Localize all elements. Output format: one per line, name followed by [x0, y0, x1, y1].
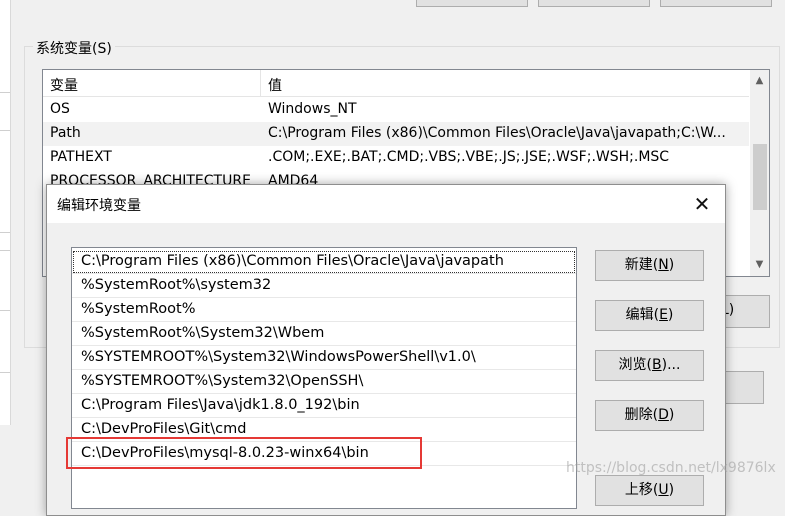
list-item[interactable]: %SystemRoot%\System32\Wbem [72, 322, 576, 346]
browse-button[interactable]: 浏览(B)... [595, 350, 704, 381]
left-panel-edge [0, 0, 11, 425]
dialog-title: 编辑环境变量 [57, 198, 141, 214]
edit-button[interactable]: 编辑(E) [595, 300, 704, 331]
list-item[interactable]: %SystemRoot% [72, 298, 576, 322]
variable-value: Windows_NT [268, 101, 357, 117]
column-header-variable[interactable]: 变量 [50, 75, 78, 95]
scroll-up-icon[interactable]: ▲ [750, 72, 769, 90]
system-variables-label: 系统变量(S) [33, 38, 115, 58]
table-row-selected[interactable]: Path C:\Program Files (x86)\Common Files… [43, 122, 749, 146]
list-item[interactable]: %SYSTEMROOT%\System32\WindowsPowerShell\… [72, 346, 576, 370]
watermark-text: https://blog.csdn.net/lx9876lx [566, 460, 776, 476]
top-button-2[interactable] [538, 0, 650, 7]
variable-name: Path [50, 125, 81, 141]
top-button-1[interactable] [416, 0, 528, 7]
list-header: 变量 值 [43, 70, 749, 97]
move-up-button[interactable]: 上移(U) [595, 475, 704, 506]
column-header-value[interactable]: 值 [268, 75, 282, 95]
close-icon[interactable]: ✕ [679, 185, 725, 223]
annotation-highlight-box [66, 437, 422, 469]
variable-value: .COM;.EXE;.BAT;.CMD;.VBS;.VBE;.JS;.JSE;.… [268, 149, 670, 165]
scroll-down-icon[interactable]: ▼ [750, 256, 769, 274]
dialog-titlebar[interactable]: 编辑环境变量 ✕ [47, 185, 725, 223]
scrollbar-thumb[interactable] [753, 144, 767, 210]
list-item[interactable]: C:\Program Files\Java\jdk1.8.0_192\bin [72, 394, 576, 418]
delete-button[interactable]: 删除(D) [595, 400, 704, 431]
variable-value: C:\Program Files (x86)\Common Files\Orac… [268, 125, 726, 141]
top-button-3[interactable] [660, 0, 772, 7]
path-entries-list[interactable]: C:\Program Files (x86)\Common Files\Orac… [71, 247, 577, 509]
variable-name: PATHEXT [50, 149, 112, 165]
vertical-scrollbar[interactable]: ▲ ▼ [750, 70, 769, 276]
table-row[interactable]: OS Windows_NT [43, 98, 749, 122]
list-item[interactable]: C:\Program Files (x86)\Common Files\Orac… [72, 250, 576, 274]
table-row[interactable]: PATHEXT .COM;.EXE;.BAT;.CMD;.VBS;.VBE;.J… [43, 146, 749, 170]
list-item[interactable]: %SystemRoot%\system32 [72, 274, 576, 298]
new-button[interactable]: 新建(N) [595, 250, 704, 281]
list-item[interactable]: %SYSTEMROOT%\System32\OpenSSH\ [72, 370, 576, 394]
variable-name: OS [50, 101, 70, 117]
